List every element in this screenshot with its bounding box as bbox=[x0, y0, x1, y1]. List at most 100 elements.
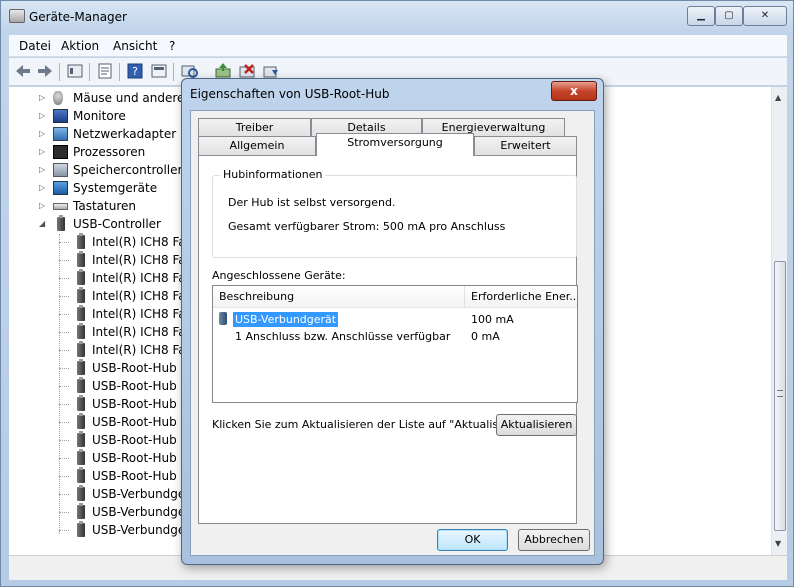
tree-item[interactable]: USB-Verbundgerä bbox=[71, 485, 182, 503]
dialog-close-button[interactable]: x bbox=[551, 81, 597, 101]
storage-controller-icon bbox=[53, 163, 68, 177]
tree-item[interactable]: USB-Root-Hub bbox=[71, 431, 182, 449]
expand-arrow-icon[interactable]: ▷ bbox=[39, 125, 45, 143]
toolbar-separator bbox=[173, 63, 174, 81]
usb-icon bbox=[77, 359, 85, 375]
monitor-icon bbox=[53, 109, 68, 123]
tree-connector-line bbox=[59, 278, 69, 279]
toolbar-separator bbox=[89, 63, 90, 81]
tree-item[interactable]: ▷ Speichercontroller bbox=[39, 161, 182, 179]
usb-icon bbox=[77, 341, 85, 357]
menubar: Datei Aktion Ansicht ? bbox=[9, 35, 787, 57]
tree-item-label: USB-Verbundgerä bbox=[92, 505, 182, 519]
tree-item[interactable]: USB-Root-Hub bbox=[71, 413, 182, 431]
menu-ansicht[interactable]: Ansicht bbox=[113, 39, 157, 53]
tree-item[interactable]: Intel(R) ICH8 Fam bbox=[71, 233, 182, 251]
maximize-button[interactable]: ▢ bbox=[715, 6, 743, 26]
scroll-up-arrow-icon[interactable]: ▲ bbox=[775, 93, 781, 102]
tree-item[interactable]: USB-Root-Hub bbox=[71, 449, 182, 467]
tree-item[interactable]: USB-Verbundgerä bbox=[71, 521, 182, 539]
expand-arrow-icon[interactable]: ▷ bbox=[39, 197, 45, 215]
refresh-button[interactable]: Aktualisieren bbox=[496, 414, 577, 436]
menu-help[interactable]: ? bbox=[169, 39, 175, 53]
tab-erweitert[interactable]: Erweitert bbox=[474, 136, 577, 156]
main-window-title: Geräte-Manager bbox=[29, 10, 127, 24]
tree-item-label: Prozessoren bbox=[73, 145, 146, 159]
expand-arrow-icon[interactable]: ▷ bbox=[39, 107, 45, 125]
tree-item[interactable]: Intel(R) ICH8 Fam bbox=[71, 269, 182, 287]
tree-connector-line bbox=[59, 458, 69, 459]
column-header-power[interactable]: Erforderliche Ener... bbox=[465, 286, 577, 308]
tree-item[interactable]: Intel(R) ICH8 Fam bbox=[71, 287, 182, 305]
vertical-scrollbar[interactable]: ▲ ▼ bbox=[771, 87, 787, 555]
list-item-description[interactable]: 1 Anschluss bzw. Anschlüsse verfügbar bbox=[235, 330, 450, 343]
tree-item[interactable]: USB-Root-Hub bbox=[71, 395, 182, 413]
tree-item[interactable]: Intel(R) ICH8 Fam bbox=[71, 305, 182, 323]
expand-arrow-icon[interactable]: ▷ bbox=[39, 89, 45, 107]
list-header: Beschreibung Erforderliche Ener... bbox=[213, 286, 577, 308]
show-hidden-icon[interactable] bbox=[149, 62, 169, 80]
tree-item-label: Intel(R) ICH8 Fam bbox=[92, 271, 182, 285]
expand-arrow-icon[interactable]: ▷ bbox=[39, 179, 45, 197]
tree-connector-line bbox=[59, 368, 69, 369]
tree-item[interactable]: USB-Verbundgerä bbox=[71, 503, 182, 521]
tree-item[interactable]: ▷ Netzwerkadapter bbox=[39, 125, 182, 143]
tree-connector-line bbox=[59, 350, 69, 351]
connected-devices-list[interactable]: Beschreibung Erforderliche Ener... USB-V… bbox=[212, 285, 578, 403]
tree-item[interactable]: ▷ Mäuse und andere Z bbox=[39, 89, 182, 107]
tab-treiber[interactable]: Treiber bbox=[198, 118, 311, 138]
tab-page-stromversorgung: Hubinformationen Der Hub ist selbst vers… bbox=[198, 155, 578, 524]
minimize-button[interactable]: ▁ bbox=[687, 6, 715, 26]
tree-item[interactable]: Intel(R) ICH8 Fam bbox=[71, 341, 182, 359]
usb-icon bbox=[77, 323, 85, 339]
menu-datei[interactable]: Datei bbox=[19, 39, 51, 53]
tree-item-label: USB-Root-Hub bbox=[92, 433, 177, 447]
usb-icon bbox=[77, 449, 85, 465]
ok-button[interactable]: OK bbox=[437, 529, 508, 551]
tree-item[interactable]: USB-Root-Hub bbox=[71, 359, 182, 377]
grip-icon bbox=[777, 390, 783, 397]
cancel-button[interactable]: Abbrechen bbox=[518, 529, 590, 551]
expand-arrow-icon[interactable]: ▷ bbox=[39, 143, 45, 161]
hub-self-powered-text: Der Hub ist selbst versorgend. bbox=[228, 196, 396, 209]
forward-arrow-icon[interactable] bbox=[35, 62, 55, 80]
tab-stromversorgung[interactable]: Stromversorgung bbox=[316, 133, 474, 156]
usb-icon bbox=[77, 431, 85, 447]
refresh-hint-text: Klicken Sie zum Aktualisieren der Liste … bbox=[212, 418, 535, 431]
column-header-beschreibung[interactable]: Beschreibung bbox=[213, 286, 463, 308]
tree-item[interactable]: Intel(R) ICH8 Fam bbox=[71, 251, 182, 269]
tree-item-label: USB-Verbundgerä bbox=[92, 523, 182, 537]
tree-item[interactable]: USB-Root-Hub bbox=[71, 467, 182, 485]
tree-item[interactable]: ▷ Tastaturen bbox=[39, 197, 182, 215]
network-adapter-icon bbox=[53, 127, 68, 141]
help-icon[interactable]: ? bbox=[125, 62, 145, 80]
usb-icon bbox=[77, 269, 85, 285]
usb-icon bbox=[77, 503, 85, 519]
tree-item[interactable]: Intel(R) ICH8 Fam bbox=[71, 323, 182, 341]
tab-allgemein[interactable]: Allgemein bbox=[198, 136, 316, 156]
tree-connector-line bbox=[59, 242, 69, 243]
tree-view-icon[interactable] bbox=[65, 62, 85, 80]
tree-item[interactable]: ▷ Prozessoren bbox=[39, 143, 182, 161]
tree-item-label: Netzwerkadapter bbox=[73, 127, 177, 141]
expand-arrow-icon[interactable]: ▷ bbox=[39, 161, 45, 179]
main-titlebar[interactable]: Geräte-Manager ▁ ▢ ✕ bbox=[1, 1, 793, 33]
scroll-down-arrow-icon[interactable]: ▼ bbox=[775, 539, 781, 548]
back-arrow-icon[interactable] bbox=[13, 62, 33, 80]
tree-item[interactable]: USB-Root-Hub bbox=[71, 377, 182, 395]
usb-icon bbox=[77, 467, 85, 483]
list-item-description[interactable]: USB-Verbundgerät bbox=[233, 312, 339, 327]
window-close-button[interactable]: ✕ bbox=[743, 6, 787, 26]
list-item-power: 0 mA bbox=[471, 330, 500, 343]
usb-icon bbox=[77, 233, 85, 249]
keyboard-icon bbox=[53, 203, 68, 210]
collapse-arrow-icon[interactable]: ◢ bbox=[39, 215, 45, 233]
properties-icon[interactable] bbox=[95, 62, 115, 80]
tree-item[interactable]: ▷ Systemgeräte bbox=[39, 179, 182, 197]
menu-aktion[interactable]: Aktion bbox=[61, 39, 99, 53]
usb-icon bbox=[77, 251, 85, 267]
tree-item[interactable]: ▷ Monitore bbox=[39, 107, 182, 125]
scrollbar-thumb[interactable] bbox=[774, 261, 786, 531]
tree-connector-line bbox=[59, 440, 69, 441]
tree-item[interactable]: ◢ USB-Controller bbox=[39, 215, 182, 233]
